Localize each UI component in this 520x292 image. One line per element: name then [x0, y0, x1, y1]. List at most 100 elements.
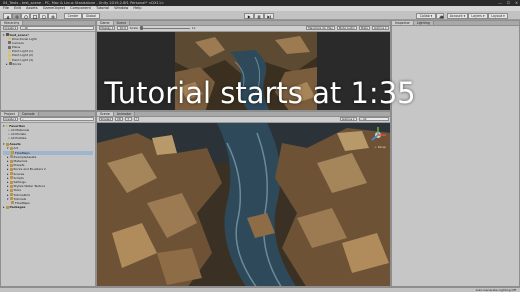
chevron-down-icon: ▾ [3, 32, 5, 37]
collab-button[interactable]: Collab ▾ [416, 12, 436, 19]
move-tool-icon[interactable] [12, 12, 21, 19]
aspect-select[interactable]: 16:9 [117, 26, 128, 31]
display-select[interactable]: Display 1 [98, 26, 116, 31]
rotate-tool-icon[interactable] [21, 12, 30, 19]
maximize-on-play-toggle[interactable]: Maximize On Play [306, 26, 335, 31]
folder-icon [11, 151, 14, 155]
tab-scene[interactable]: Scene [97, 112, 114, 116]
folder-icon [9, 188, 13, 192]
inspector-tabstrip: Inspector Lighting [392, 21, 519, 26]
play-icon[interactable] [244, 12, 254, 19]
hand-tool-icon[interactable] [3, 12, 12, 19]
chevron-right-icon: ▸ [6, 61, 8, 66]
chevron-down-icon: ▾ [3, 142, 5, 147]
folder-icon [9, 155, 13, 159]
scene-gizmos-button[interactable]: Gizmos ▾ [339, 117, 357, 122]
scene-search-input[interactable]: ⌕ All [358, 117, 389, 122]
audio-toggle-icon[interactable]: ♪ [133, 117, 140, 122]
favorites-item[interactable]: ⌕ All Prefabs [3, 136, 93, 140]
pivot-button[interactable]: Center [64, 12, 82, 19]
hierarchy-search-input[interactable]: ⌕ All [20, 26, 94, 31]
folder-icon [9, 184, 13, 188]
folder-icon [9, 172, 13, 176]
status-bar: Auto Generate Lighting Off [0, 287, 520, 292]
packages-label: Packages [9, 205, 26, 210]
scale-slider-handle[interactable] [139, 26, 143, 31]
folder-icon [9, 159, 13, 163]
tutorial-overlay-text: Tutorial starts at 1:35 [104, 76, 416, 110]
cloud-icon[interactable] [436, 12, 444, 19]
stats-toggle[interactable]: Stats [358, 26, 370, 31]
scene-search-placeholder: All [362, 117, 367, 122]
inspector-panel: Inspector Lighting [391, 20, 520, 287]
folder-icon [5, 205, 9, 209]
search-icon: ⌕ [8, 136, 10, 141]
tab-scene-secondary[interactable]: Scene [113, 21, 131, 25]
persp-label[interactable]: < Persp [374, 145, 386, 149]
light-icon [8, 54, 11, 58]
scene-icon [5, 33, 9, 37]
search-icon: ⌕ [22, 117, 24, 122]
chevron-down-icon: ▾ [7, 196, 9, 201]
project-create-button[interactable]: Create ▾ [2, 117, 19, 122]
folder-icon [9, 193, 13, 197]
transform-tools [3, 12, 57, 19]
gameobject-icon [8, 45, 11, 49]
shading-mode-select[interactable]: Shaded [98, 117, 114, 122]
project-tree: ▾ ★ Favorites ⌕ All Materials ⌕ All Models ⌕… [1, 123, 95, 211]
rect-tool-icon[interactable] [39, 12, 48, 19]
tab-lighting[interactable]: Lighting [413, 21, 434, 25]
scale-label: Scale [129, 26, 138, 31]
tab-project[interactable]: Project [1, 112, 19, 116]
folder-icon [5, 142, 9, 146]
account-button[interactable]: Account ▾ [447, 12, 468, 19]
layout-button[interactable]: Layout ▾ [488, 12, 508, 19]
camera-icon [8, 41, 11, 45]
folder-icon [9, 147, 13, 151]
hierarchy-search-placeholder: All [24, 26, 29, 31]
scene-orientation-gizmo-icon[interactable] [369, 126, 387, 144]
scale-value: 1x [191, 26, 196, 31]
folder-icon [9, 180, 13, 184]
hierarchy-tree: ▾ test_scene* Directional Light Camera Pl… [1, 32, 95, 68]
hierarchy-item[interactable]: ▸ Rocks [3, 62, 93, 66]
gameobject-icon [8, 62, 12, 66]
chevron-down-icon: ▾ [7, 146, 9, 151]
play-controls [244, 12, 274, 19]
2d-toggle[interactable]: 2D [115, 117, 123, 122]
game-gizmos-button[interactable]: Gizmos ▾ [371, 26, 389, 31]
tab-animator[interactable]: Animator [113, 112, 136, 116]
hierarchy-create-button[interactable]: Create ▾ [2, 26, 19, 31]
lighting-toggle-icon[interactable]: ☀ [124, 117, 132, 122]
light-icon [8, 58, 11, 62]
chevron-right-icon: ▸ [3, 205, 5, 210]
hierarchy-item-label: Rocks [12, 61, 22, 66]
scale-slider[interactable] [139, 26, 190, 31]
folder-icon [9, 167, 13, 171]
scene-render-image [97, 122, 390, 286]
light-icon [8, 37, 11, 41]
transform-tool-icon[interactable] [48, 12, 57, 19]
scene-view-panel: Scene Animator Shaded 2D ☀ ♪ Gizmos ▾ ⌕ … [96, 111, 391, 287]
tab-inspector[interactable]: Inspector [392, 21, 414, 25]
folder-icon [9, 163, 13, 167]
folder-icon [9, 197, 13, 201]
project-panel: Project Console Create ▾ ⌕ ▾ ★ Favorites ⌕… [0, 111, 96, 287]
step-icon[interactable] [264, 12, 274, 19]
tab-hierarchy[interactable]: Hierarchy [1, 21, 24, 25]
pause-icon[interactable] [254, 12, 264, 19]
project-search-input[interactable]: ⌕ [20, 117, 94, 122]
folder-icon [9, 176, 13, 180]
packages-header[interactable]: ▸ Packages [3, 205, 93, 209]
favorites-item-label: All Prefabs [10, 136, 27, 141]
tab-console[interactable]: Console [18, 112, 39, 116]
right-toolbar: Collab ▾ Account ▾ Layers ▾ Layout ▾ [416, 12, 508, 19]
light-icon [8, 49, 11, 53]
mute-audio-toggle[interactable]: Mute Audio [336, 26, 357, 31]
space-button[interactable]: Global [82, 12, 100, 19]
main-toolbar: Center Global Collab ▾ Account ▾ Layers … [0, 11, 520, 20]
tab-game[interactable]: Game [97, 21, 114, 25]
scale-tool-icon[interactable] [30, 12, 39, 19]
layers-button[interactable]: Layers ▾ [468, 12, 488, 19]
pivot-controls: Center Global [64, 12, 100, 19]
